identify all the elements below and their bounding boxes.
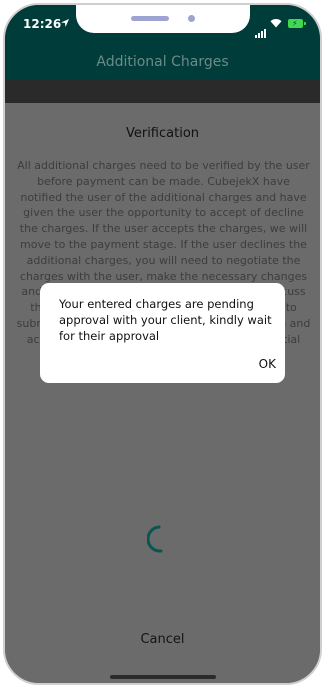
- camera-icon: [188, 15, 195, 22]
- pending-approval-dialog: Your entered charges are pending approva…: [40, 283, 285, 383]
- status-time: 12:26: [23, 17, 62, 31]
- location-arrow-icon: [61, 19, 69, 27]
- dialog-message: Your entered charges are pending approva…: [59, 297, 272, 343]
- battery-icon: ⚡: [288, 19, 306, 28]
- verification-panel: Verification All additional charges need…: [5, 103, 320, 683]
- status-bar: 12:26 ⚡: [5, 5, 320, 39]
- speaker-icon: [131, 16, 169, 21]
- cancel-button[interactable]: Cancel: [5, 632, 320, 647]
- signal-icon: [255, 19, 267, 38]
- verification-title: Verification: [125, 126, 200, 141]
- wifi-icon: [270, 19, 282, 28]
- loading-spinner-icon: [147, 525, 163, 553]
- charging-bolt-icon: ⚡: [292, 19, 298, 28]
- home-indicator[interactable]: [110, 675, 216, 679]
- device-notch: [76, 5, 250, 33]
- header-divider-band: [5, 80, 320, 103]
- ok-button[interactable]: OK: [259, 357, 276, 371]
- app-header: 12:26 ⚡ Additional Charges: [5, 5, 320, 80]
- page-title: Additional Charges: [96, 54, 229, 70]
